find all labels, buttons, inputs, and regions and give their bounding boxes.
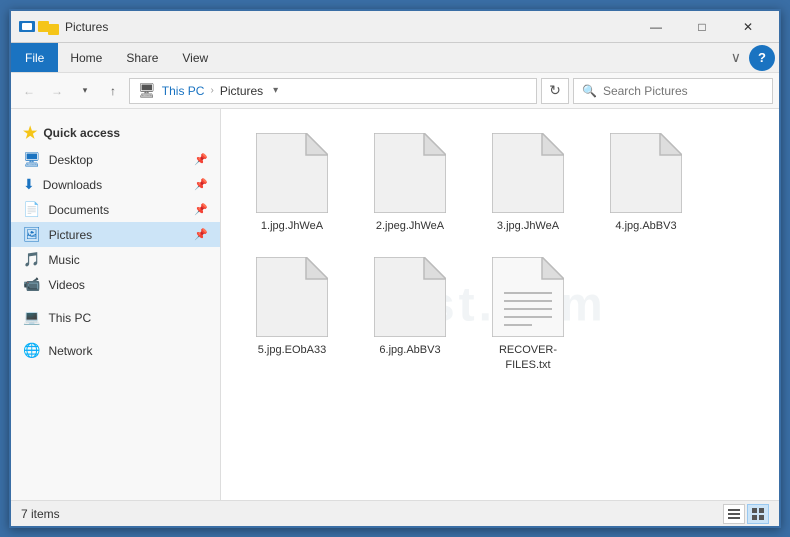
title-icon: [19, 19, 59, 35]
file-name-f7: RECOVER-FILES.txt: [481, 343, 575, 372]
help-button[interactable]: ?: [749, 45, 775, 71]
view-buttons: [723, 504, 769, 524]
nav-dropdown-button[interactable]: ▾: [73, 79, 97, 103]
quick-access-label: Quick access: [43, 126, 120, 140]
file-area: list.com 1.jpg.JhWeA 2.jpeg.JhWeA 3.jpg.…: [221, 109, 779, 500]
file-name-f1: 1.jpg.JhWeA: [261, 219, 323, 233]
status-bar: 7 items: [11, 500, 779, 526]
nav-up-button[interactable]: ↑: [101, 79, 125, 103]
file-item-f1[interactable]: 1.jpg.JhWeA: [237, 125, 347, 241]
quick-access-icon: ★: [23, 123, 37, 143]
videos-label: Videos: [48, 278, 84, 292]
menu-share[interactable]: Share: [114, 43, 170, 72]
file-icon-f4: [610, 133, 682, 213]
file-icon-f7: [492, 257, 564, 337]
thispc-sidebar-icon: 💻: [23, 309, 40, 326]
breadcrumb[interactable]: 🖥 This PC › Pictures ▾: [129, 78, 537, 104]
file-icon-f3: [492, 133, 564, 213]
downloads-label: Downloads: [43, 178, 102, 192]
music-icon: 🎵: [23, 251, 40, 268]
breadcrumb-pictures[interactable]: Pictures: [220, 84, 263, 98]
minimize-button[interactable]: —: [633, 11, 679, 43]
file-item-f4[interactable]: 4.jpg.AbBV3: [591, 125, 701, 241]
sidebar-item-downloads[interactable]: ⬇ Downloads 📌: [11, 172, 220, 197]
file-item-f7[interactable]: RECOVER-FILES.txt: [473, 249, 583, 380]
sidebar: ★ Quick access 🖥 Desktop 📌 ⬇ Downloads 📌…: [11, 109, 221, 500]
pictures-pin-icon: 📌: [194, 228, 208, 241]
file-name-f5: 5.jpg.EObA33: [258, 343, 327, 357]
menu-bar: File Home Share View ∨ ?: [11, 43, 779, 73]
file-name-f6: 6.jpg.AbBV3: [379, 343, 440, 357]
pictures-label: Pictures: [49, 228, 92, 242]
menu-home[interactable]: Home: [58, 43, 114, 72]
search-input[interactable]: [603, 84, 764, 98]
file-item-f6[interactable]: 6.jpg.AbBV3: [355, 249, 465, 380]
documents-pin-icon: 📌: [194, 203, 208, 216]
file-item-f2[interactable]: 2.jpeg.JhWeA: [355, 125, 465, 241]
title-bar: Pictures — □ ✕: [11, 11, 779, 43]
sidebar-item-music[interactable]: 🎵 Music: [11, 247, 220, 272]
file-icon-f1: [256, 133, 328, 213]
nav-forward-button[interactable]: →: [45, 79, 69, 103]
thispc-icon: 🖥: [138, 82, 156, 99]
search-box[interactable]: 🔍: [573, 78, 773, 104]
breadcrumb-dropdown-icon[interactable]: ▾: [273, 85, 278, 96]
quick-access-section: ★ Quick access: [11, 117, 220, 147]
main-area: ★ Quick access 🖥 Desktop 📌 ⬇ Downloads 📌…: [11, 109, 779, 500]
large-icons-view-button[interactable]: [747, 504, 769, 524]
file-item-f3[interactable]: 3.jpg.JhWeA: [473, 125, 583, 241]
sidebar-item-desktop[interactable]: 🖥 Desktop 📌: [11, 147, 220, 172]
nav-back-button[interactable]: ←: [17, 79, 41, 103]
sidebar-item-thispc[interactable]: 💻 This PC: [11, 305, 220, 330]
search-icon: 🔍: [582, 84, 597, 98]
music-label: Music: [48, 253, 79, 267]
sidebar-item-videos[interactable]: 📹 Videos: [11, 272, 220, 297]
maximize-button[interactable]: □: [679, 11, 725, 43]
ribbon-collapse-icon[interactable]: ∨: [723, 43, 749, 72]
file-icon-f5: [256, 257, 328, 337]
desktop-label: Desktop: [49, 153, 93, 167]
file-icon-f2: [374, 133, 446, 213]
file-name-f4: 4.jpg.AbBV3: [615, 219, 676, 233]
network-icon: 🌐: [23, 342, 40, 359]
explorer-window: Pictures — □ ✕ File Home Share View ∨ ? …: [9, 9, 781, 528]
pictures-icon: 🖼: [23, 226, 41, 243]
file-item-f5[interactable]: 5.jpg.EObA33: [237, 249, 347, 380]
sidebar-item-pictures[interactable]: 🖼 Pictures 📌: [11, 222, 220, 247]
window-title: Pictures: [65, 20, 633, 34]
desktop-pin-icon: 📌: [194, 153, 208, 166]
desktop-icon: 🖥: [23, 151, 41, 168]
file-icon-f6: [374, 257, 446, 337]
menu-file[interactable]: File: [11, 43, 58, 72]
refresh-button[interactable]: ↻: [541, 78, 569, 104]
title-controls: — □ ✕: [633, 11, 771, 43]
list-view-button[interactable]: [723, 504, 745, 524]
menu-view[interactable]: View: [170, 43, 220, 72]
file-name-f2: 2.jpeg.JhWeA: [376, 219, 444, 233]
breadcrumb-thispc[interactable]: This PC: [162, 84, 205, 98]
documents-icon: 📄: [23, 201, 40, 218]
network-label: Network: [48, 344, 92, 358]
sidebar-item-network[interactable]: 🌐 Network: [11, 338, 220, 363]
file-name-f3: 3.jpg.JhWeA: [497, 219, 559, 233]
item-count: 7 items: [21, 507, 723, 521]
documents-label: Documents: [48, 203, 109, 217]
thispc-sidebar-label: This PC: [48, 311, 91, 325]
downloads-icon: ⬇: [23, 176, 35, 193]
breadcrumb-separator: ›: [210, 85, 213, 96]
downloads-pin-icon: 📌: [194, 178, 208, 191]
close-button[interactable]: ✕: [725, 11, 771, 43]
videos-icon: 📹: [23, 276, 40, 293]
sidebar-item-documents[interactable]: 📄 Documents 📌: [11, 197, 220, 222]
address-bar: ← → ▾ ↑ 🖥 This PC › Pictures ▾ ↻ 🔍: [11, 73, 779, 109]
